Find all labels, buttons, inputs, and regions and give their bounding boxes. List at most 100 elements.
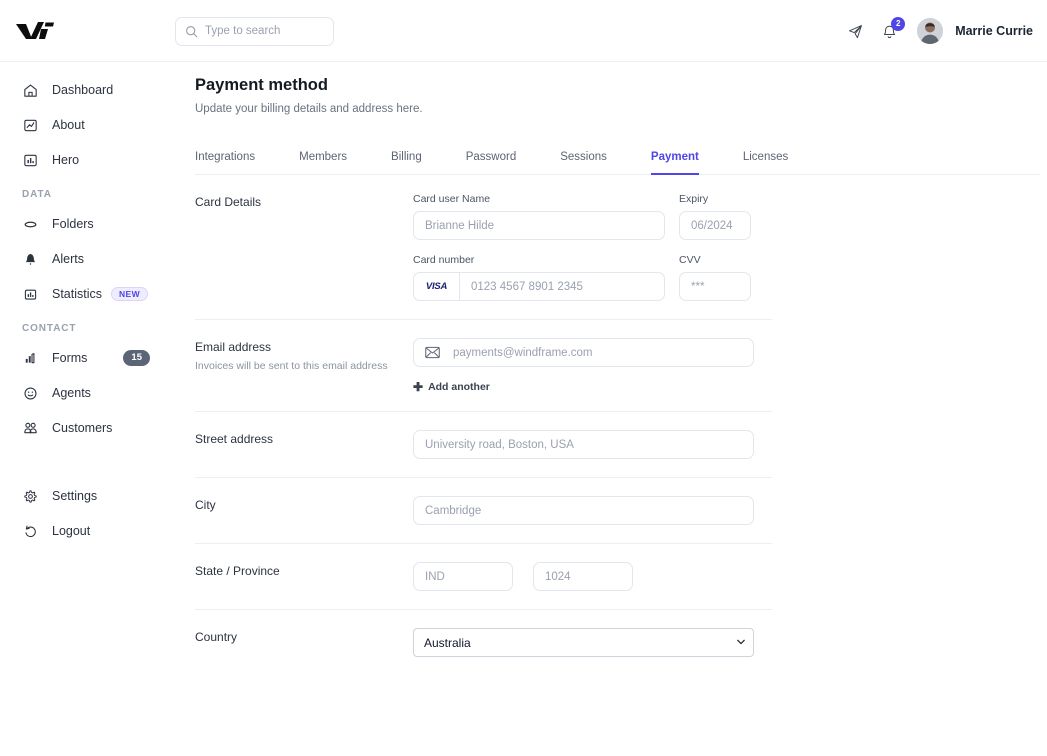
sidebar-section-contact: CONTACT — [22, 323, 77, 334]
form-row-street: Street address University road, Boston, … — [195, 412, 772, 478]
country-fields: AustraliaUnited StatesUnited KingdomIndi… — [413, 628, 772, 657]
state-input[interactable]: IND — [413, 562, 513, 591]
expiry-label: Expiry — [679, 193, 709, 205]
sidebar-item-agents[interactable]: Agents — [0, 378, 175, 408]
tab-integrations[interactable]: Integrations — [195, 151, 255, 174]
sidebar-item-logout[interactable]: Logout — [0, 516, 175, 546]
form-row-card-details: Card Details Card user Name Brianne Hild… — [195, 175, 772, 320]
sidebar-item-label: Dashboard — [52, 83, 114, 97]
sidebar-item-label: Hero — [52, 153, 80, 167]
city-placeholder: Cambridge — [425, 504, 482, 517]
tab-sessions[interactable]: Sessions — [560, 151, 607, 174]
expiry-placeholder: 06/2024 — [691, 219, 733, 232]
search-input[interactable]: Type to search — [175, 17, 334, 46]
card-number-group: Card number VISA 0123 4567 8901 2345 — [413, 254, 665, 301]
email-address-label: Email address — [195, 340, 272, 354]
street-fields: University road, Boston, USA — [413, 430, 772, 459]
tab-members[interactable]: Members — [299, 151, 347, 174]
sidebar-item-label: Settings — [52, 489, 98, 503]
sidebar-item-label: Folders — [52, 217, 94, 231]
cvv-input[interactable]: *** — [679, 272, 751, 301]
main-content: Payment method Update your billing detai… — [183, 62, 1047, 675]
zip-input[interactable]: 1024 — [533, 562, 633, 591]
sidebar-item-label: Logout — [52, 524, 91, 538]
email-input[interactable]: payments@windframe.com — [413, 338, 754, 367]
card-user-name-input[interactable]: Brianne Hilde — [413, 211, 665, 240]
logout-icon — [22, 523, 39, 540]
settings-tabs: Integrations Members Billing Password Se… — [195, 143, 1040, 175]
search-placeholder-text: Type to search — [205, 24, 281, 37]
card-number-label: Card number — [413, 254, 475, 266]
expiry-input[interactable]: 06/2024 — [679, 211, 751, 240]
top-header-bar: Type to search 2 Marrie Currie — [0, 0, 1047, 62]
envelope-icon — [425, 346, 440, 359]
sidebar-item-settings[interactable]: Settings — [0, 481, 175, 511]
sidebar-item-about[interactable]: About — [0, 110, 175, 140]
paper-plane-icon[interactable] — [847, 23, 864, 40]
state-placeholder: IND — [425, 570, 445, 583]
form-row-city: City Cambridge — [195, 478, 772, 544]
forms-count-badge: 15 — [123, 350, 150, 366]
bell-alert-icon — [22, 251, 39, 268]
smiley-icon — [22, 385, 39, 402]
sidebar: Dashboard About Hero DATA Folders Alerts… — [0, 62, 175, 756]
sidebar-item-customers[interactable]: Customers — [0, 413, 175, 443]
sidebar-item-label: Agents — [52, 386, 91, 400]
email-placeholder: payments@windframe.com — [453, 346, 593, 359]
add-another-label: Add another — [428, 381, 490, 393]
tab-password[interactable]: Password — [466, 151, 517, 174]
country-label-group: Country — [195, 628, 413, 657]
form-row-email: Email address Invoices will be sent to t… — [195, 320, 772, 412]
city-input[interactable]: Cambridge — [413, 496, 754, 525]
folder-icon — [22, 216, 39, 233]
sidebar-item-statistics[interactable]: Statistics NEW — [0, 279, 175, 309]
state-fields: IND 1024 — [413, 562, 772, 591]
country-label: Country — [195, 630, 238, 644]
cvv-placeholder: *** — [691, 280, 705, 293]
street-address-placeholder: University road, Boston, USA — [425, 438, 574, 451]
sidebar-item-forms[interactable]: Forms 15 — [0, 343, 175, 373]
cvv-label: CVV — [679, 254, 701, 266]
zip-placeholder: 1024 — [545, 570, 571, 583]
gear-icon — [22, 488, 39, 505]
sidebar-item-dashboard[interactable]: Dashboard — [0, 75, 175, 105]
street-address-input[interactable]: University road, Boston, USA — [413, 430, 754, 459]
email-address-hint: Invoices will be sent to this email addr… — [195, 360, 388, 372]
card-details-label: Card Details — [195, 195, 262, 209]
stats-icon — [22, 286, 39, 303]
cvv-group: CVV *** — [679, 254, 751, 301]
country-select[interactable]: AustraliaUnited StatesUnited KingdomIndi… — [413, 628, 754, 657]
state-label-group: State / Province — [195, 562, 413, 591]
card-number-cvv-row: Card number VISA 0123 4567 8901 2345 CVV… — [413, 254, 772, 301]
card-details-fields: Card user Name Brianne Hilde Expiry 06/2… — [413, 193, 772, 301]
card-name-expiry-row: Card user Name Brianne Hilde Expiry 06/2… — [413, 193, 772, 240]
sidebar-item-folders[interactable]: Folders — [0, 209, 175, 239]
tab-licenses[interactable]: Licenses — [743, 151, 788, 174]
add-another-email-button[interactable]: ✚ Add another — [413, 381, 772, 393]
notifications-button[interactable]: 2 — [881, 16, 906, 41]
country-select-wrapper: AustraliaUnited StatesUnited KingdomIndi… — [413, 628, 754, 657]
forms-icon — [22, 350, 39, 367]
form-row-country: Country AustraliaUnited StatesUnited Kin… — [195, 610, 772, 675]
sidebar-item-alerts[interactable]: Alerts — [0, 244, 175, 274]
card-user-name-group: Card user Name Brianne Hilde — [413, 193, 665, 240]
page-title: Payment method — [195, 76, 328, 94]
card-user-name-label: Card user Name — [413, 193, 491, 205]
tab-billing[interactable]: Billing — [391, 151, 422, 174]
tab-payment[interactable]: Payment — [650, 151, 699, 175]
sidebar-item-hero[interactable]: Hero — [0, 145, 175, 175]
sidebar-item-label: Forms — [52, 351, 88, 365]
notification-badge: 2 — [891, 16, 906, 31]
avatar[interactable] — [917, 18, 944, 44]
card-number-input[interactable]: VISA 0123 4567 8901 2345 — [413, 272, 665, 301]
sidebar-section-data: DATA — [22, 189, 52, 200]
city-label: City — [195, 498, 216, 512]
email-label-group: Email address Invoices will be sent to t… — [195, 338, 413, 393]
state-zip-row: IND 1024 — [413, 562, 772, 591]
street-label-group: Street address — [195, 430, 413, 459]
vi-logo[interactable] — [14, 18, 60, 46]
header-actions: 2 Marrie Currie — [847, 14, 1033, 48]
city-label-group: City — [195, 496, 413, 525]
user-name-label: Marrie Currie — [955, 24, 1033, 38]
